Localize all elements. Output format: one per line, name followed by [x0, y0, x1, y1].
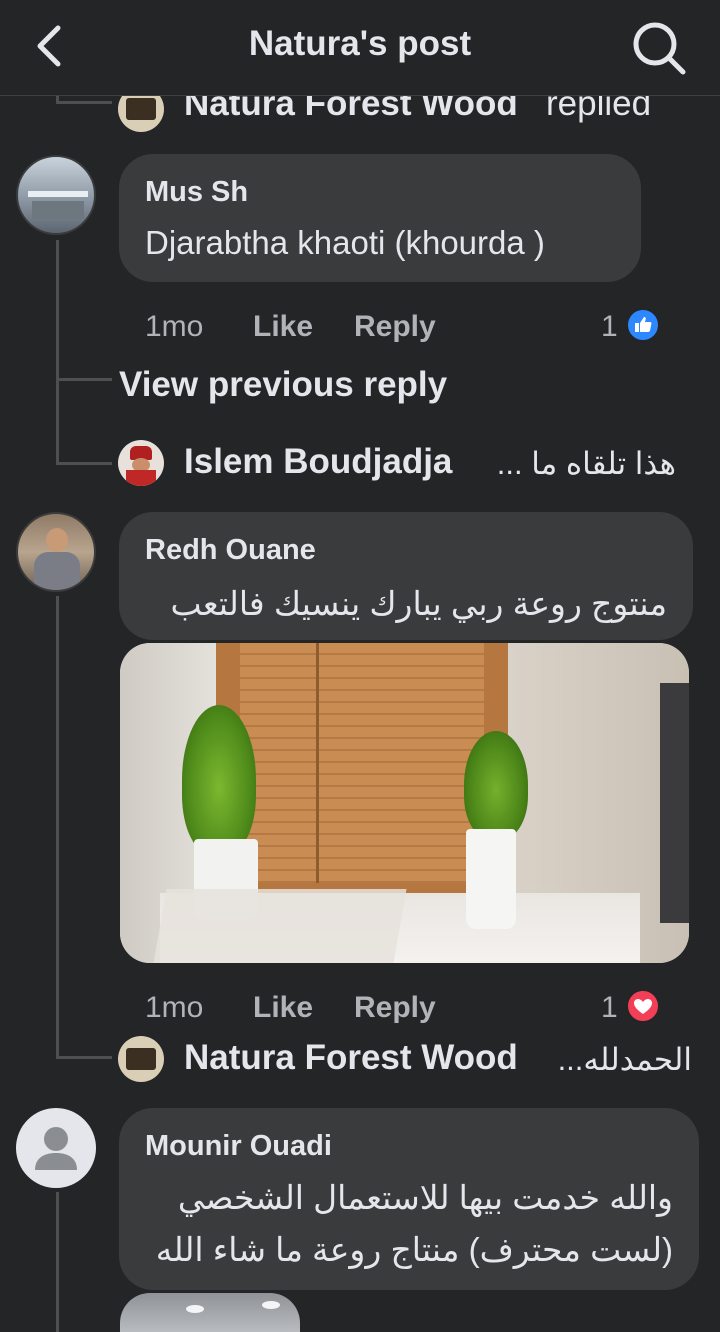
comment-text: Djarabtha khaoti (khourda ) — [145, 224, 545, 261]
reply-button[interactable]: Reply — [354, 991, 436, 1025]
reply-button[interactable]: Reply — [354, 310, 436, 344]
thread-line — [56, 462, 112, 465]
photo-ceiling-light — [262, 1301, 280, 1309]
reply-avatar[interactable] — [118, 440, 164, 486]
photo-plant-left — [182, 705, 256, 855]
thread-line — [56, 1056, 112, 1059]
logo-mark — [126, 1048, 156, 1070]
comment-bubble[interactable]: Mus Sh Djarabtha khaoti (khourda ) — [119, 154, 641, 282]
reply-snippet[interactable]: الحمدلله... — [546, 1042, 692, 1078]
avatar-detail — [28, 191, 88, 197]
reply-author[interactable]: Islem Boudjadja — [184, 442, 452, 482]
default-avatar-icon — [35, 1127, 77, 1170]
photo-plastic-sheet — [153, 889, 407, 963]
comment-text-line: (لست محترف) منتاج روعة ما شاء الله — [155, 1231, 673, 1268]
avatar-detail — [46, 528, 68, 552]
love-reaction-icon[interactable] — [626, 989, 660, 1023]
logo-mark — [126, 98, 156, 120]
comment-timestamp: 1mo — [145, 991, 204, 1024]
reply-avatar[interactable] — [118, 1036, 164, 1082]
photo-door-seam — [316, 643, 319, 883]
photo-pot-right — [466, 829, 516, 929]
comment-avatar[interactable] — [16, 155, 96, 235]
comment-photo[interactable] — [120, 643, 689, 963]
comment-avatar[interactable] — [16, 1108, 96, 1188]
like-button[interactable]: Like — [253, 991, 313, 1025]
reaction-count[interactable]: 1 — [601, 310, 618, 344]
photo-door — [240, 643, 484, 883]
comment-photo[interactable] — [120, 1293, 300, 1332]
avatar-detail — [34, 552, 80, 590]
comment-bubble[interactable]: Mounir Ouadi والله خدمت بيها للاستعمال ا… — [119, 1108, 699, 1290]
reply-snippet[interactable]: هذا تلقاه ما ... — [480, 446, 676, 482]
comment-avatar[interactable] — [16, 512, 96, 592]
thread-line — [56, 240, 59, 464]
photo-plant-right — [464, 731, 528, 839]
top-bar-overlay: Natura's post — [0, 0, 720, 96]
photo-dark-panel — [660, 683, 689, 923]
like-button[interactable]: Like — [253, 310, 313, 344]
like-reaction-icon[interactable] — [626, 308, 660, 342]
view-previous-reply-link[interactable]: View previous reply — [119, 365, 447, 405]
comment-timestamp: 1mo — [145, 310, 204, 343]
comment-bubble[interactable]: Redh Ouane منتوج روعة ربي يبارك ينسيك فا… — [119, 512, 693, 640]
reply-author[interactable]: Natura Forest Wood — [184, 1038, 518, 1078]
search-icon[interactable] — [628, 18, 688, 76]
comment-author[interactable]: Mounir Ouadi — [145, 1130, 332, 1163]
photo-ceiling-light — [186, 1305, 204, 1313]
avatar-detail — [126, 470, 156, 486]
thread-line — [56, 378, 112, 381]
avatar-detail — [32, 201, 84, 219]
reaction-count[interactable]: 1 — [601, 991, 618, 1025]
comment-text-line: والله خدمت بيها للاستعمال الشخصي — [177, 1179, 673, 1216]
thread-line — [56, 1192, 59, 1332]
comment-author[interactable]: Mus Sh — [145, 176, 248, 209]
page-title: Natura's post — [248, 24, 472, 63]
thread-line — [56, 596, 59, 1058]
comment-text: منتوج روعة ربي يبارك ينسيك فالتعب — [170, 585, 667, 622]
thread-line — [56, 101, 112, 104]
comment-author[interactable]: Redh Ouane — [145, 534, 316, 567]
